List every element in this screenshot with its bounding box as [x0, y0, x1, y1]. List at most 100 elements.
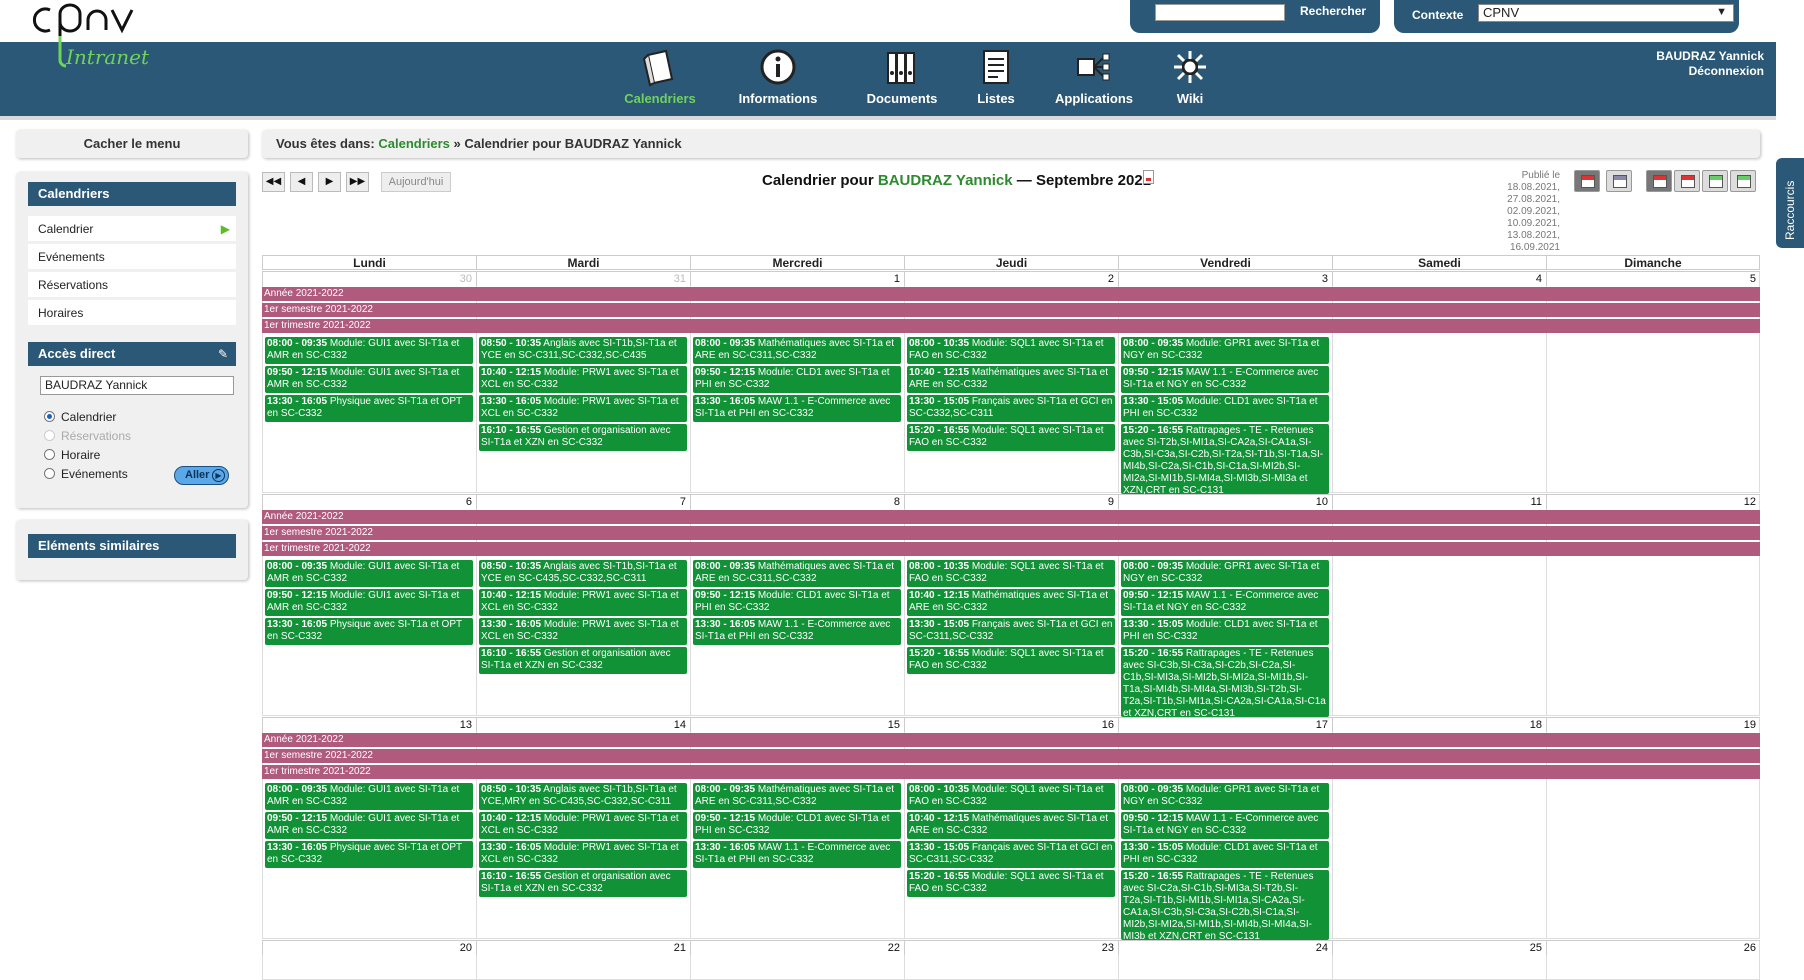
calendar-event[interactable]: 15:20 - 16:55 Module: SQL1 avec SI-T1a e…	[907, 647, 1115, 674]
period-band[interactable]: Année 2021-2022	[262, 510, 1760, 524]
calendar-event[interactable]: 08:00 - 09:35 Module: GUI1 avec SI-T1a e…	[265, 560, 473, 587]
calendar-event[interactable]: 16:10 - 16:55 Gestion et organisation av…	[479, 424, 687, 451]
calendar-event[interactable]: 13:30 - 16:05 Module: PRW1 avec SI-T1a e…	[479, 841, 687, 868]
nav-informations[interactable]: Informations	[728, 42, 828, 116]
search-input[interactable]	[1155, 4, 1285, 21]
calendar-event[interactable]: 08:50 - 10:35 Anglais avec SI-T1b,SI-T1a…	[479, 560, 687, 587]
calendar-event[interactable]: 08:00 - 09:35 Mathématiques avec SI-T1a …	[693, 337, 901, 364]
calendar-event[interactable]: 13:30 - 16:05 Module: PRW1 avec SI-T1a e…	[479, 395, 687, 422]
calendar-event[interactable]: 08:00 - 09:35 Module: GPR1 avec SI-T1a e…	[1121, 783, 1329, 810]
search-button[interactable]: Rechercher	[1300, 4, 1366, 18]
nav-documents[interactable]: Documents	[852, 42, 952, 116]
sidebar-item-reservations[interactable]: Réservations	[28, 272, 236, 298]
calendar-event[interactable]: 13:30 - 15:05 Module: CLD1 avec SI-T1a e…	[1121, 841, 1329, 868]
day-number[interactable]: 21	[476, 940, 690, 955]
calendar-event[interactable]: 08:50 - 10:35 Anglais avec SI-T1b,SI-T1a…	[479, 783, 687, 810]
period-band[interactable]: 1er trimestre 2021-2022	[262, 319, 1760, 333]
pipette-icon[interactable]: ✎	[218, 342, 228, 366]
calendar-event[interactable]: 09:50 - 12:15 Module: GUI1 avec SI-T1a e…	[265, 589, 473, 616]
prev-button[interactable]: ◀	[290, 172, 313, 192]
day-number[interactable]: 6	[262, 494, 476, 509]
day-number[interactable]: 13	[262, 717, 476, 732]
calendar-event[interactable]: 08:00 - 09:35 Module: GUI1 avec SI-T1a e…	[265, 337, 473, 364]
calendar-event[interactable]: 13:30 - 16:05 Physique avec SI-T1a et OP…	[265, 395, 473, 422]
calendar-event[interactable]: 10:40 - 12:15 Module: PRW1 avec SI-T1a e…	[479, 366, 687, 393]
day-number[interactable]: 10	[1118, 494, 1332, 509]
calendar-event[interactable]: 08:00 - 09:35 Module: GPR1 avec SI-T1a e…	[1121, 560, 1329, 587]
calendar-event[interactable]: 08:00 - 09:35 Module: GPR1 avec SI-T1a e…	[1121, 337, 1329, 364]
calendar-event[interactable]: 15:20 - 16:55 Module: SQL1 avec SI-T1a e…	[907, 424, 1115, 451]
view-list-button[interactable]	[1730, 170, 1756, 192]
calendar-event[interactable]: 15:20 - 16:55 Rattrapages - TE - Retenue…	[1121, 870, 1329, 940]
view-day-button[interactable]	[1702, 170, 1728, 192]
day-number[interactable]: 7	[476, 494, 690, 509]
day-number[interactable]: 26	[1546, 940, 1760, 955]
period-band[interactable]: Année 2021-2022	[262, 287, 1760, 301]
day-number[interactable]: 12	[1546, 494, 1760, 509]
period-band[interactable]: 1er semestre 2021-2022	[262, 303, 1760, 317]
nav-wiki[interactable]: Wiki	[1160, 42, 1220, 116]
calendar-event[interactable]: 15:20 - 16:55 Rattrapages - TE - Retenue…	[1121, 424, 1329, 494]
direct-access-input[interactable]: BAUDRAZ Yannick	[40, 376, 234, 395]
calendar-event[interactable]: 09:50 - 12:15 Module: CLD1 avec SI-T1a e…	[693, 812, 901, 839]
calendar-event[interactable]: 13:30 - 15:05 Français avec SI-T1a et GC…	[907, 618, 1115, 645]
period-band[interactable]: 1er trimestre 2021-2022	[262, 542, 1760, 556]
calendar-event[interactable]: 08:00 - 09:35 Mathématiques avec SI-T1a …	[693, 560, 901, 587]
nav-listes[interactable]: Listes	[966, 42, 1026, 116]
day-number[interactable]: 18	[1332, 717, 1546, 732]
day-number[interactable]: 31	[476, 271, 690, 286]
day-number[interactable]: 30	[262, 271, 476, 286]
calendar-event[interactable]: 13:30 - 15:05 Français avec SI-T1a et GC…	[907, 841, 1115, 868]
nav-applications[interactable]: Applications	[1048, 42, 1140, 116]
period-band[interactable]: 1er semestre 2021-2022	[262, 526, 1760, 540]
hide-menu-button[interactable]: Cacher le menu	[16, 130, 248, 158]
day-number[interactable]: 15	[690, 717, 904, 732]
day-number[interactable]: 5	[1546, 271, 1760, 286]
radio-evenements[interactable]: Evénements	[44, 467, 128, 481]
calendar-event[interactable]: 09:50 - 12:15 Module: CLD1 avec SI-T1a e…	[693, 589, 901, 616]
calendar-event[interactable]: 10:40 - 12:15 Module: PRW1 avec SI-T1a e…	[479, 589, 687, 616]
shortcuts-tab[interactable]: Raccourcis	[1776, 158, 1804, 248]
calendar-event[interactable]: 09:50 - 12:15 Module: GUI1 avec SI-T1a e…	[265, 366, 473, 393]
view-month-button[interactable]	[1646, 170, 1672, 192]
calendar-event[interactable]: 13:30 - 16:05 Module: PRW1 avec SI-T1a e…	[479, 618, 687, 645]
sidebar-item-horaires[interactable]: Horaires	[28, 300, 236, 326]
calendar-event[interactable]: 13:30 - 15:05 Français avec SI-T1a et GC…	[907, 395, 1115, 422]
month-view-button[interactable]	[1574, 170, 1600, 192]
calendar-event[interactable]: 09:50 - 12:15 MAW 1.1 - E-Commerce avec …	[1121, 589, 1329, 616]
calendar-event[interactable]: 08:00 - 10:35 Module: SQL1 avec SI-T1a e…	[907, 560, 1115, 587]
day-number[interactable]: 9	[904, 494, 1118, 509]
calendar-event[interactable]: 13:30 - 16:05 MAW 1.1 - E-Commerce avec …	[693, 395, 901, 422]
day-number[interactable]: 16	[904, 717, 1118, 732]
today-button[interactable]: Aujourd'hui	[381, 172, 451, 192]
calendar-event[interactable]: 13:30 - 16:05 Physique avec SI-T1a et OP…	[265, 618, 473, 645]
calendar-event[interactable]: 13:30 - 16:05 MAW 1.1 - E-Commerce avec …	[693, 618, 901, 645]
day-number[interactable]: 11	[1332, 494, 1546, 509]
day-number[interactable]: 3	[1118, 271, 1332, 286]
calendar-event[interactable]: 13:30 - 16:05 Physique avec SI-T1a et OP…	[265, 841, 473, 868]
calendar-event[interactable]: 08:00 - 09:35 Mathématiques avec SI-T1a …	[693, 783, 901, 810]
day-number[interactable]: 2	[904, 271, 1118, 286]
day-number[interactable]: 1	[690, 271, 904, 286]
calendar-event[interactable]: 08:00 - 10:35 Module: SQL1 avec SI-T1a e…	[907, 783, 1115, 810]
calendar-event[interactable]: 10:40 - 12:15 Mathématiques avec SI-T1a …	[907, 366, 1115, 393]
calendar-event[interactable]: 13:30 - 15:05 Module: CLD1 avec SI-T1a e…	[1121, 618, 1329, 645]
day-number[interactable]: 8	[690, 494, 904, 509]
nav-calendriers[interactable]: Calendriers	[612, 42, 708, 116]
calendar-event[interactable]: 09:50 - 12:15 Module: CLD1 avec SI-T1a e…	[693, 366, 901, 393]
breadcrumb-link[interactable]: Calendriers	[378, 136, 450, 151]
day-number[interactable]: 4	[1332, 271, 1546, 286]
day-number[interactable]: 20	[262, 940, 476, 955]
pdf-icon[interactable]	[1143, 170, 1154, 184]
radio-calendrier[interactable]: Calendrier	[44, 410, 116, 424]
calendar-event[interactable]: 08:50 - 10:35 Anglais avec SI-T1b,SI-T1a…	[479, 337, 687, 364]
sidebar-item-evenements[interactable]: Evénements	[28, 244, 236, 270]
print-button[interactable]	[1606, 170, 1632, 192]
day-number[interactable]: 22	[690, 940, 904, 955]
cpnv-logo[interactable]: Intranet	[30, 0, 200, 78]
calendar-event[interactable]: 10:40 - 12:15 Module: PRW1 avec SI-T1a e…	[479, 812, 687, 839]
go-button[interactable]: Aller ▶	[174, 466, 229, 485]
day-number[interactable]: 24	[1118, 940, 1332, 955]
sidebar-item-calendrier[interactable]: Calendrier ▶	[28, 216, 236, 242]
period-band[interactable]: 1er semestre 2021-2022	[262, 749, 1760, 763]
